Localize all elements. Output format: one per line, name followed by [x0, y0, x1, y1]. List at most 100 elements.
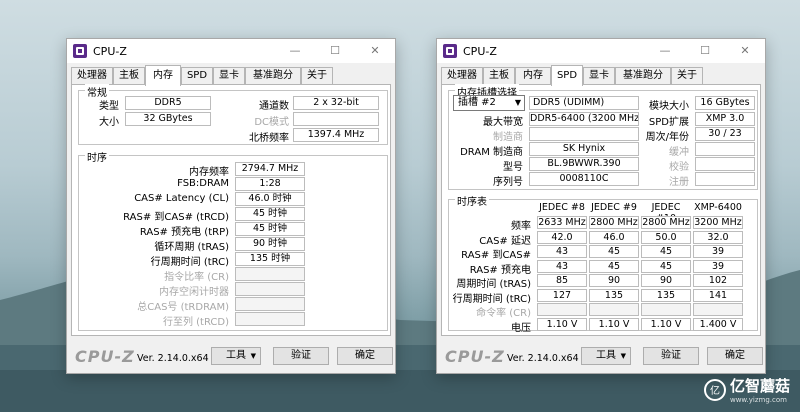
registered-label: 注册: [669, 177, 689, 188]
dc-mode-label: DC模式: [254, 117, 289, 128]
timing-cell: 90: [641, 274, 691, 287]
part-number-value: BL.9BWWR.390: [529, 157, 639, 171]
timing-cell: 1.10 V: [589, 317, 639, 331]
timing-label: 内存空闲计时器: [159, 287, 229, 298]
timing-cell: 90: [589, 274, 639, 287]
timing-label: 内存频率: [189, 167, 229, 178]
size-value: 32 GBytes: [125, 112, 211, 126]
tab-cpu[interactable]: 处理器: [71, 67, 113, 85]
tools-button[interactable]: 工具 ▼: [581, 347, 631, 365]
timing-row-label: 频率: [511, 221, 531, 232]
tab-bench[interactable]: 基准跑分: [615, 67, 671, 85]
spd-panel: 内存插槽选择 插槽 #2 ▼ DDR5 (UDIMM) 模块大小 16 GByte…: [441, 84, 761, 336]
timing-table-group: 时序表 JEDEC #8JEDEC #9JEDEC #10XMP-6400频率2…: [448, 193, 758, 334]
memory-panel: 常规 类型 DDR5 大小 32 GBytes 通道数 2 x 32-bit D…: [71, 84, 391, 336]
cpuz-logo: CPU-Z: [75, 347, 135, 366]
validate-button[interactable]: 验证: [643, 347, 699, 365]
slot-select-value: 插槽 #2: [458, 97, 496, 108]
tab-cpu[interactable]: 处理器: [441, 67, 483, 85]
nb-freq-label: 北桥频率: [249, 133, 289, 144]
tab-about[interactable]: 关于: [671, 67, 703, 85]
serial-label: 序列号: [493, 177, 523, 188]
timing-cell: 43: [537, 259, 587, 273]
timing-table-title: 时序表: [455, 193, 489, 208]
tab-memory[interactable]: 内存: [145, 65, 181, 86]
chevron-down-icon: ▼: [514, 98, 521, 107]
timing-cell: 85: [537, 274, 587, 287]
slot-select[interactable]: 插槽 #2 ▼: [453, 95, 525, 111]
timing-value: 135 时钟: [235, 252, 305, 266]
title-bar[interactable]: CPU-Z — ☐ ✕: [67, 39, 395, 63]
dram-mfr-label: DRAM 制造商: [460, 147, 523, 158]
nb-freq-value: 1397.4 MHz: [293, 128, 379, 142]
minimize-icon[interactable]: —: [275, 39, 315, 63]
timing-cell: 45: [641, 259, 691, 273]
timing-cell: 42.0: [537, 230, 587, 244]
timing-cell: 50.0: [641, 230, 691, 244]
close-icon[interactable]: ✕: [725, 39, 765, 63]
timing-cell: 2800 MHz: [641, 216, 691, 229]
week-year-value: 30 / 23: [695, 127, 755, 141]
validate-button[interactable]: 验证: [273, 347, 329, 365]
module-type-value: DDR5 (UDIMM): [529, 96, 639, 110]
timing-value: 90 时钟: [235, 237, 305, 251]
timing-label: 指令比率 (CR): [164, 272, 229, 283]
ok-button[interactable]: 确定: [337, 347, 393, 365]
maximize-icon[interactable]: ☐: [315, 39, 355, 63]
close-icon[interactable]: ✕: [355, 39, 395, 63]
timing-row-label: 电压: [511, 322, 531, 334]
tab-mainboard[interactable]: 主板: [483, 67, 515, 85]
tools-button[interactable]: 工具 ▼: [211, 347, 261, 365]
tab-graphics[interactable]: 显卡: [583, 67, 615, 85]
timing-cell: 1.10 V: [537, 317, 587, 331]
tab-bench[interactable]: 基准跑分: [245, 67, 301, 85]
timing-label: 行至列 (tRCD): [162, 317, 229, 328]
timing-cell: 39: [693, 245, 743, 258]
cpuz-window-memory: CPU-Z — ☐ ✕ 处理器 主板 内存 SPD 显卡 基准跑分 关于 常规 …: [66, 38, 396, 374]
timing-cell: [537, 303, 587, 316]
cpuz-app-icon: [443, 44, 457, 58]
timing-value: 1:28: [235, 177, 305, 191]
timing-cell: 135: [641, 288, 691, 302]
timing-value: [235, 297, 305, 311]
timing-row-label: CAS# 延迟: [479, 235, 531, 247]
title-bar[interactable]: CPU-Z — ☐ ✕: [437, 39, 765, 63]
timing-row-label: RAS# 预充电: [469, 264, 531, 276]
check-value: [695, 157, 755, 171]
part-number-label: 型号: [503, 162, 523, 173]
tab-mainboard[interactable]: 主板: [113, 67, 145, 85]
type-label: 类型: [99, 101, 119, 112]
timing-value: [235, 312, 305, 326]
timing-cell: 102: [693, 274, 743, 287]
timing-value: 46.0 时钟: [235, 192, 305, 206]
maximize-icon[interactable]: ☐: [685, 39, 725, 63]
tab-memory[interactable]: 内存: [515, 67, 551, 85]
timing-cell: 45: [641, 245, 691, 258]
window-footer: CPU-Z Ver. 2.14.0.x64 工具 ▼ 验证 确定: [437, 341, 765, 371]
channels-value: 2 x 32-bit: [293, 96, 379, 110]
version-text: Ver. 2.14.0.x64: [507, 353, 579, 364]
minimize-icon[interactable]: —: [645, 39, 685, 63]
type-value: DDR5: [125, 96, 211, 110]
timing-cell: 2633 MHz: [537, 216, 587, 229]
module-size-label: 模块大小: [649, 101, 689, 112]
registered-value: [695, 172, 755, 186]
tab-about[interactable]: 关于: [301, 67, 333, 85]
timing-cell: 3200 MHz: [693, 216, 743, 229]
watermark: 亿 亿智蘑菇 www.yizmg.com: [703, 375, 790, 404]
timing-label: RAS# 到CAS# (tRCD): [123, 212, 229, 223]
timing-row-label: 周期时间 (tRAS): [456, 279, 531, 290]
timing-cell: 39: [693, 259, 743, 273]
tools-label: 工具: [226, 350, 246, 361]
spd-ext-label: SPD扩展: [648, 117, 689, 128]
tab-spd[interactable]: SPD: [181, 67, 213, 85]
tab-graphics[interactable]: 显卡: [213, 67, 245, 85]
timing-label: 行周期时间 (tRC): [150, 257, 229, 268]
slot-group: 内存插槽选择 插槽 #2 ▼ DDR5 (UDIMM) 模块大小 16 GByte…: [448, 84, 758, 190]
serial-value: 0008110C: [529, 172, 639, 186]
timing-label: 循环周期 (tRAS): [154, 242, 229, 253]
ok-button[interactable]: 确定: [707, 347, 763, 365]
tab-spd[interactable]: SPD: [551, 65, 583, 86]
timing-cell: 135: [589, 288, 639, 302]
timing-row-label: 命令率 (CR): [476, 308, 531, 319]
